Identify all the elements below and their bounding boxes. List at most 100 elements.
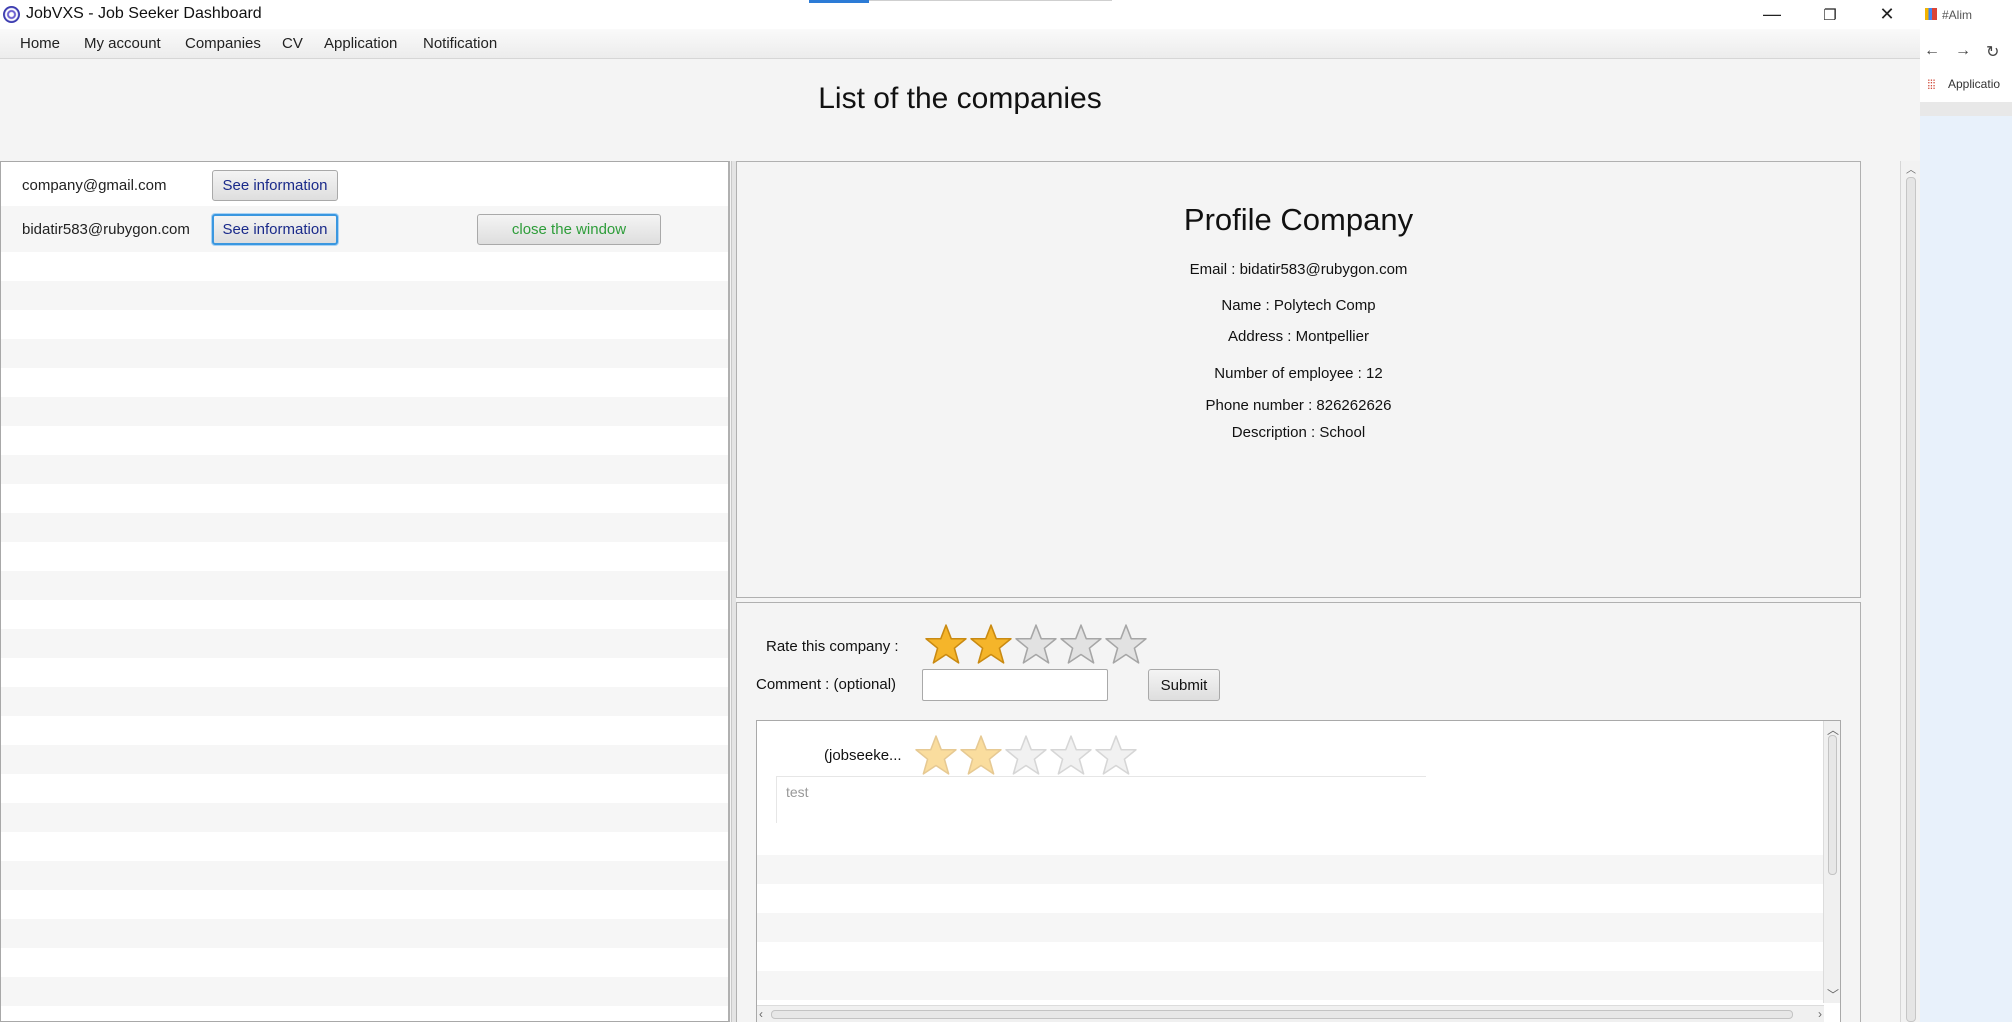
back-arrow-icon[interactable]: ← (1924, 42, 1940, 60)
background-browser-window: #Alim ← → ↻ ⁞⁞⁞ Applicatio (1920, 0, 2012, 1022)
submit-button[interactable]: Submit (1148, 669, 1220, 701)
comment-star-rating (915, 734, 1140, 776)
comment-label: Comment : (optional) (756, 676, 897, 693)
menu-application[interactable]: Application (324, 35, 397, 52)
star-empty-icon[interactable] (1060, 623, 1102, 665)
comment-author: (jobseeke... (824, 747, 902, 764)
empty-row (1, 1006, 728, 1021)
scroll-right-arrow-icon[interactable]: › (1818, 1007, 1822, 1021)
bar-chart-icon (1925, 8, 1937, 20)
profile-address: Address : Montpellier (1228, 328, 1369, 345)
star-empty-icon (1050, 735, 1092, 775)
empty-row (1, 716, 728, 745)
title-bar: JobVXS - Job Seeker Dashboard — ❐ ✕ (0, 0, 1920, 29)
star-rating-input[interactable] (925, 623, 1150, 665)
scroll-left-arrow-icon[interactable]: ‹ (759, 1007, 763, 1021)
scroll-thumb[interactable] (1906, 177, 1916, 1022)
star-empty-icon[interactable] (1015, 623, 1057, 665)
empty-row (1, 426, 728, 455)
app-window: JobVXS - Job Seeker Dashboard — ❐ ✕ Home… (0, 0, 1920, 1022)
window-title: JobVXS - Job Seeker Dashboard (26, 5, 262, 22)
company-row: company@gmail.com See information (1, 162, 728, 206)
comments-list: (jobseeke... test ︿ ﹀ ‹ › (756, 720, 1841, 1022)
star-empty-icon (1005, 735, 1047, 775)
scroll-up-arrow-icon[interactable]: ︿ (1906, 161, 1916, 176)
empty-row (1, 484, 728, 513)
empty-row (1, 629, 728, 658)
empty-row (1, 252, 728, 281)
menu-notification[interactable]: Notification (423, 35, 497, 52)
profile-employees: Number of employee : 12 (1214, 365, 1383, 382)
star-filled-icon[interactable] (970, 623, 1012, 665)
empty-row (1, 687, 728, 716)
comments-horizontal-scrollbar[interactable]: ‹ › (757, 1005, 1824, 1022)
bookmark-applications[interactable]: Applicatio (1948, 77, 2000, 91)
restore-button[interactable]: ❐ (1800, 0, 1860, 29)
empty-row (757, 913, 1824, 942)
empty-row (757, 942, 1824, 971)
menu-cv[interactable]: CV (282, 35, 303, 52)
scroll-thumb[interactable] (771, 1010, 1793, 1019)
empty-row (1, 397, 728, 426)
empty-row (757, 855, 1824, 884)
profile-name: Name : Polytech Comp (1221, 297, 1376, 314)
menu-companies[interactable]: Companies (185, 35, 261, 52)
empty-row (1, 571, 728, 600)
comment-item: (jobseeke... test (757, 721, 1824, 855)
profile-title: Profile Company (1183, 202, 1414, 237)
rate-label: Rate this company : (766, 638, 899, 655)
company-row: bidatir583@rubygon.com See information c… (1, 206, 728, 252)
star-filled-icon[interactable] (925, 623, 967, 665)
comment-text: test (776, 776, 1426, 823)
star-empty-icon[interactable] (1105, 623, 1147, 665)
main-vertical-scrollbar[interactable]: ︿ (1900, 161, 1920, 1022)
empty-row (1, 832, 728, 861)
menu-home[interactable]: Home (20, 35, 60, 52)
title-divider (869, 0, 1112, 1)
empty-row (1, 542, 728, 571)
empty-row (1, 513, 728, 542)
empty-row (1, 658, 728, 687)
empty-row (757, 884, 1824, 913)
page-title: List of the companies (818, 82, 1102, 115)
company-list: company@gmail.com See information bidati… (0, 161, 730, 1022)
browser-content (1920, 116, 2012, 1022)
see-information-button[interactable]: See information (212, 170, 338, 201)
title-accent (809, 0, 869, 3)
browser-tab[interactable]: #Alim (1942, 8, 1972, 22)
empty-row (1, 977, 728, 1006)
empty-row (757, 971, 1824, 1000)
minimize-button[interactable]: — (1742, 0, 1802, 29)
empty-row (1, 919, 728, 948)
empty-row (1, 310, 728, 339)
profile-email: Email : bidatir583@rubygon.com (1189, 261, 1408, 278)
company-profile: Profile Company Email : bidatir583@rubyg… (736, 161, 1861, 598)
profile-phone: Phone number : 826262626 (1205, 397, 1392, 414)
empty-row (1, 339, 728, 368)
star-filled-icon (915, 735, 957, 775)
menu-my-account[interactable]: My account (84, 35, 161, 52)
company-email: bidatir583@rubygon.com (22, 221, 190, 238)
empty-row (1, 948, 728, 977)
app-logo-icon (3, 6, 20, 23)
star-empty-icon (1095, 735, 1137, 775)
empty-row (1, 890, 728, 919)
close-the-window-button[interactable]: close the window (477, 214, 661, 245)
apps-grid-icon[interactable]: ⁞⁞⁞ (1927, 77, 1936, 92)
comments-vertical-scrollbar[interactable]: ︿ ﹀ (1823, 721, 1840, 1003)
empty-row (1, 600, 728, 629)
empty-row (1, 861, 728, 890)
profile-description: Description : School (1231, 424, 1366, 441)
forward-arrow-icon[interactable]: → (1955, 42, 1971, 60)
menu-bar: Home My account Companies CV Application… (0, 29, 1920, 59)
empty-row (1, 368, 728, 397)
see-information-button[interactable]: See information (212, 214, 338, 245)
close-window-button[interactable]: ✕ (1857, 0, 1917, 29)
scroll-down-arrow-icon[interactable]: ﹀ (1827, 986, 1839, 1003)
reload-icon[interactable]: ↻ (1986, 42, 1999, 62)
empty-row (1, 281, 728, 310)
empty-row (1, 803, 728, 832)
scroll-thumb[interactable] (1828, 735, 1837, 875)
rating-section: Rate this company : Comment : (optional)… (736, 602, 1861, 1022)
comment-input[interactable] (922, 669, 1108, 701)
